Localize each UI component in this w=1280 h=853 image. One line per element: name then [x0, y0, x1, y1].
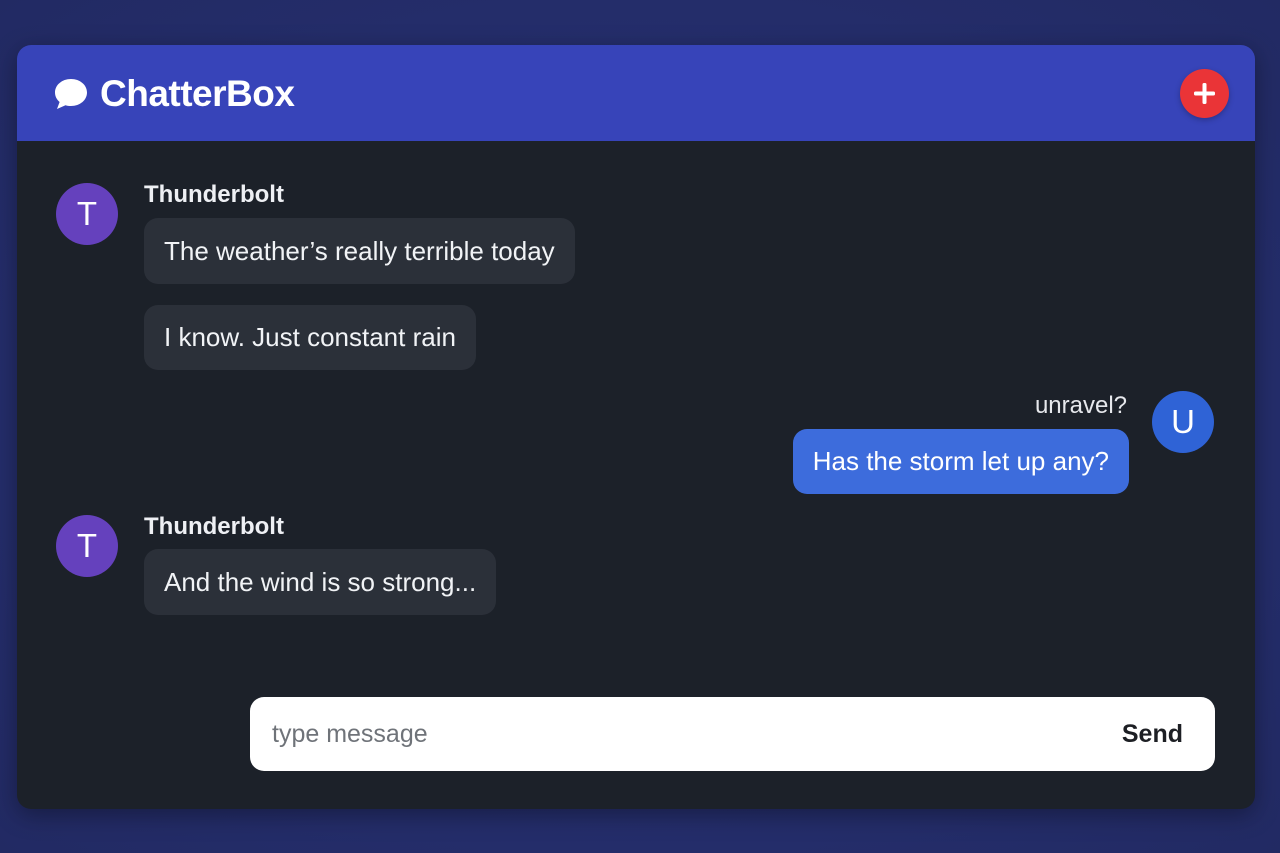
send-button[interactable]: Send	[1122, 697, 1183, 771]
sender-name: Thunderbolt	[144, 513, 284, 540]
message-input[interactable]	[272, 697, 1092, 771]
app-header: ChatterBox	[17, 45, 1255, 141]
chat-window: ChatterBox T Thunderbolt The weather’s r…	[17, 45, 1255, 809]
avatar: T	[56, 183, 118, 245]
app-title: ChatterBox	[100, 73, 295, 114]
add-button[interactable]	[1180, 69, 1229, 118]
chat-bubble-icon	[55, 79, 87, 109]
avatar: U	[1152, 391, 1214, 453]
page-background: ChatterBox T Thunderbolt The weather’s r…	[0, 0, 1280, 853]
avatar: T	[56, 515, 118, 577]
message-bubble: Has the storm let up any?	[792, 429, 1129, 494]
message-bubble: And the wind is so strong...	[144, 549, 497, 615]
message-composer: Send	[250, 697, 1215, 771]
sender-name: Thunderbolt	[144, 181, 284, 208]
message-bubble: The weather’s really terrible today	[144, 218, 575, 284]
sender-name: unravel?	[1034, 392, 1127, 419]
plus-icon	[1194, 83, 1215, 104]
message-bubble: I know. Just constant rain	[144, 305, 476, 370]
